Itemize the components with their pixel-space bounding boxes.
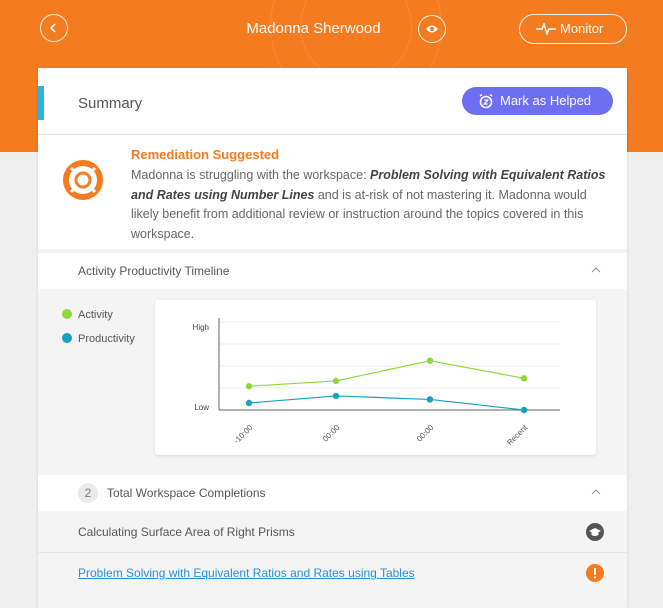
- completion-workspace-link[interactable]: Problem Solving with Equivalent Ratios a…: [78, 566, 415, 580]
- chart-data-point: [332, 377, 340, 385]
- monitor-button[interactable]: Monitor: [519, 14, 627, 44]
- eye-icon: [426, 25, 438, 33]
- chart-data-point: [245, 383, 253, 390]
- exclamation-icon: [586, 564, 604, 582]
- timeline-chart-card: High Low -10:00 00:00 00:00 Recent: [155, 300, 596, 455]
- lifebuoy-icon: [63, 160, 103, 200]
- chevron-left-icon: [49, 23, 56, 33]
- remediation-text-start: Madonna is struggling with the workspace…: [131, 168, 371, 182]
- monitor-label: Monitor: [560, 21, 604, 36]
- pulse-icon: [536, 23, 556, 35]
- legend-productivity: Productivity: [62, 333, 135, 345]
- chart-data-point: [245, 399, 253, 407]
- chevron-up-icon: [591, 267, 601, 273]
- chart-data-point: [520, 375, 528, 382]
- chart-data-point: [426, 357, 434, 364]
- legend-productivity-swatch: [62, 333, 72, 343]
- chart-series-line: [248, 360, 525, 387]
- chart-series-line: [248, 395, 525, 411]
- preview-button[interactable]: [418, 15, 446, 43]
- chart-x-tick-label: 00:00: [321, 423, 342, 444]
- chart-data-point: [332, 392, 340, 400]
- remediation-text: Madonna is struggling with the workspace…: [131, 166, 611, 244]
- remediation-panel: Remediation Suggested Madonna is struggl…: [38, 135, 627, 249]
- alarm-clock-icon: [479, 93, 493, 109]
- chevron-up-icon: [591, 489, 601, 495]
- graduation-cap-icon: [586, 523, 604, 541]
- completion-row: Problem Solving with Equivalent Ratios a…: [38, 553, 627, 593]
- summary-accent-bar: [38, 86, 44, 120]
- timeline-title: Activity Productivity Timeline: [78, 264, 230, 278]
- timeline-panel: Activity Productivity High Low -10:00 00:00…: [38, 290, 627, 468]
- completion-workspace-name: Calculating Surface Area of Right Prisms: [78, 525, 295, 539]
- completions-title: Total Workspace Completions: [107, 486, 266, 500]
- mark-as-helped-button[interactable]: Mark as Helped: [462, 87, 613, 115]
- student-detail-card: Summary Mark as Helped Remediation Sugge…: [38, 68, 627, 608]
- chart-x-tick-label: 00:00: [415, 423, 436, 444]
- timeline-chart: High Low -10:00 00:00 00:00 Recent: [193, 318, 560, 448]
- chart-data-point: [426, 396, 434, 403]
- chart-data-point: [520, 406, 528, 414]
- chart-x-tick-label: -10:00: [232, 423, 255, 446]
- chart-y-tick-label: High: [193, 323, 209, 332]
- back-button[interactable]: [40, 14, 68, 42]
- completion-row: Calculating Surface Area of Right Prisms: [38, 512, 627, 553]
- summary-title: Summary: [78, 95, 143, 112]
- chart-y-tick-label: Low: [194, 403, 209, 412]
- mark-as-helped-label: Mark as Helped: [500, 93, 592, 108]
- timeline-section-header[interactable]: Activity Productivity Timeline: [38, 253, 627, 289]
- summary-header: Summary Mark as Helped: [38, 68, 627, 135]
- remediation-heading: Remediation Suggested: [131, 147, 280, 162]
- chart-x-tick-label: Recent: [505, 423, 530, 448]
- legend-productivity-label: Productivity: [78, 333, 135, 345]
- legend-activity-swatch: [62, 309, 72, 319]
- completions-count-badge: 2: [78, 483, 98, 503]
- legend-activity-label: Activity: [78, 309, 113, 321]
- legend-activity: Activity: [62, 309, 113, 321]
- completions-section-header[interactable]: 2 Total Workspace Completions: [38, 475, 627, 511]
